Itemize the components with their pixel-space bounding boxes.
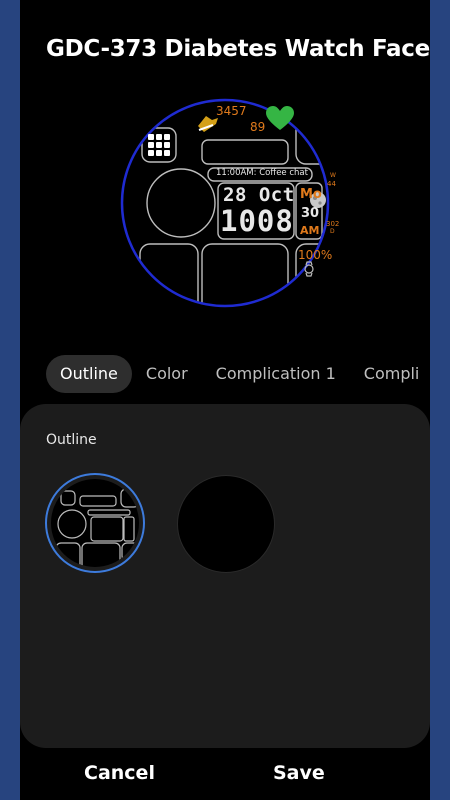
day-of-year-unit: D <box>330 228 335 235</box>
options-panel: Outline <box>20 404 430 748</box>
heart-rate-value: 89 <box>250 120 266 134</box>
outline-option-none[interactable] <box>177 475 275 573</box>
watch-face-preview: 3457 89 11:00AM: Coffee chat 28 Oct 1008… <box>120 98 339 308</box>
panel-label: Outline <box>46 432 97 448</box>
tab-color[interactable]: Color <box>132 355 202 393</box>
cancel-button[interactable]: Cancel <box>84 762 155 784</box>
event-text: 11:00AM: Coffee chat <box>216 168 308 178</box>
seconds-text: 30 <box>301 206 320 221</box>
date-text: 28 Oct <box>223 184 295 206</box>
time-text: 1008 <box>220 204 294 238</box>
week-label: W <box>330 172 336 179</box>
page-title: GDC-373 Diabetes Watch Face <box>46 36 430 62</box>
day-of-year: 302 <box>326 220 340 228</box>
steps-value: 3457 <box>216 104 247 118</box>
battery-value: 100% <box>298 248 333 262</box>
screen: GDC-373 Diabetes Watch Face 3457 89 11:0… <box>20 0 430 800</box>
tab-complication-1[interactable]: Complication 1 <box>202 355 350 393</box>
customization-tabs: Outline Color Complication 1 Compli <box>46 355 430 393</box>
ampm-text: AM <box>300 224 320 237</box>
weekday-text: Mo <box>300 187 322 202</box>
outline-option-shapes[interactable] <box>45 473 145 573</box>
outline-shapes-icon <box>55 488 139 567</box>
save-button[interactable]: Save <box>273 762 325 784</box>
tab-outline[interactable]: Outline <box>46 355 132 393</box>
tab-complication-2[interactable]: Compli <box>350 355 430 393</box>
week-number: 44 <box>327 180 336 188</box>
